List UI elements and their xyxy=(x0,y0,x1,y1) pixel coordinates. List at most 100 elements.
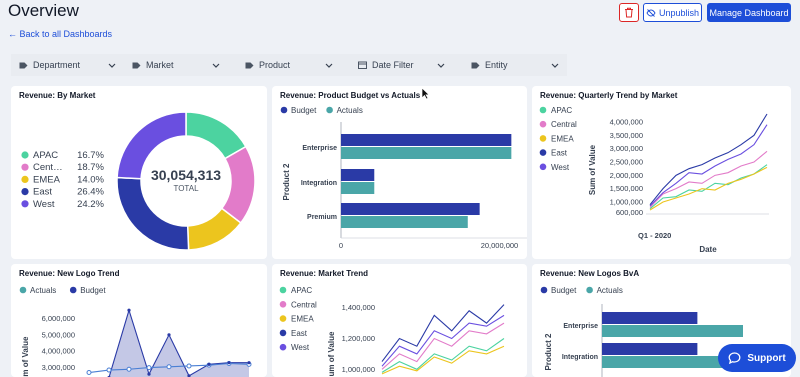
filter-date[interactable]: Date Filter xyxy=(358,54,445,76)
delete-button[interactable] xyxy=(619,3,639,22)
data-point-budget[interactable] xyxy=(247,361,251,365)
legend-swatch xyxy=(21,175,29,183)
legend-label[interactable]: West xyxy=(291,343,310,352)
chat-bubble-icon xyxy=(728,352,741,364)
bar-budget[interactable] xyxy=(341,134,512,146)
y-tick-label: 5,000,000 xyxy=(42,330,75,339)
filter-entity[interactable]: Entity xyxy=(471,54,559,76)
legend-label[interactable]: Actuals xyxy=(30,286,56,295)
card-new-logo-trend: Revenue: New Logo Trend Actuals Budget 6,0… xyxy=(11,264,267,377)
y-tick-label: 600,000 xyxy=(616,208,643,217)
support-button[interactable]: Support xyxy=(718,344,796,372)
legend-label[interactable]: APAC xyxy=(33,150,58,161)
legend-swatch xyxy=(539,135,547,142)
bar-actuals[interactable] xyxy=(602,325,743,337)
legend-swatch xyxy=(586,286,593,294)
card-product-budget-vs-actuals: Revenue: Product Budget vs Actuals Budge… xyxy=(272,86,527,259)
line-chart-market-trend: APAC Central EMEA East West 1,400,000 1,200,00… xyxy=(279,286,505,376)
legend-swatch xyxy=(279,315,287,322)
legend-label[interactable]: East xyxy=(33,187,52,198)
series-line-east[interactable] xyxy=(649,113,768,206)
data-point-budget[interactable] xyxy=(227,361,231,365)
legend-percent: 26.4% xyxy=(77,187,104,198)
legend-label[interactable]: Cent… xyxy=(33,162,63,173)
legend-percent: 24.2% xyxy=(77,199,104,210)
category-label: Premium xyxy=(307,214,337,221)
page-title: Overview xyxy=(8,1,79,20)
area-chart-new-logo: Actuals Budget 6,000,000 5,000,000 4,000,000… xyxy=(19,286,252,377)
data-point-budget[interactable] xyxy=(207,362,211,366)
back-to-dashboards-link[interactable]: ← Back to all Dashboards xyxy=(8,29,112,39)
trash-icon xyxy=(625,7,633,18)
legend-label[interactable]: Budget xyxy=(551,286,577,295)
series-line-apac[interactable] xyxy=(381,338,505,373)
y-tick-label: 3,000,000 xyxy=(42,363,75,372)
bar-budget[interactable] xyxy=(341,169,375,181)
bar-budget[interactable] xyxy=(602,343,698,355)
legend-label[interactable]: EMEA xyxy=(33,174,61,185)
series-line-west[interactable] xyxy=(649,124,768,207)
legend-label[interactable]: East xyxy=(551,149,568,158)
data-point-actuals[interactable] xyxy=(166,364,172,370)
series-line-emea[interactable] xyxy=(649,166,768,211)
series-line-east[interactable] xyxy=(381,304,505,362)
bar-actuals[interactable] xyxy=(341,216,468,228)
legend-label[interactable]: Central xyxy=(291,300,317,309)
card-market-trend: Revenue: Market Trend APAC Central EMEA Eas… xyxy=(272,264,527,377)
data-point-actuals[interactable] xyxy=(186,363,192,369)
legend-label[interactable]: EMEA xyxy=(551,134,574,143)
legend-label[interactable]: West xyxy=(551,163,570,172)
chevron-down-icon xyxy=(212,63,220,68)
category-label: Enterprise xyxy=(302,145,337,152)
bar-budget[interactable] xyxy=(602,312,698,324)
card-revenue-by-market: Revenue: By Market APAC 16.7% Cent… 18.7% EM… xyxy=(11,86,267,259)
legend-label[interactable]: Budget xyxy=(80,286,106,295)
legend-label[interactable]: EMEA xyxy=(291,315,314,324)
y-tick-label: 1,000,000 xyxy=(342,365,375,374)
bar-actuals[interactable] xyxy=(341,182,375,194)
filter-department[interactable]: Department xyxy=(19,54,116,76)
y-tick-label: 3,000,000 xyxy=(610,144,643,153)
legend-swatch xyxy=(279,301,287,308)
y-tick-label: 4,000,000 xyxy=(610,118,643,127)
donut-total-value: 30,054,313 xyxy=(151,167,221,183)
bar-budget[interactable] xyxy=(341,203,480,215)
y-tick-label: 4,000,000 xyxy=(42,347,75,356)
legend-label[interactable]: Central xyxy=(551,120,577,129)
filter-bar: Department Market Product Date Filter En… xyxy=(11,54,567,76)
filter-market[interactable]: Market xyxy=(132,54,220,76)
legend-swatch xyxy=(279,329,287,337)
unpublish-button[interactable]: Unpublish xyxy=(643,3,702,22)
series-line-central[interactable] xyxy=(649,150,768,208)
y-axis-title: Product 2 xyxy=(544,333,553,370)
data-point-actuals[interactable] xyxy=(106,367,112,373)
legend-label[interactable]: East xyxy=(291,329,308,338)
legend-label[interactable]: APAC xyxy=(551,106,572,115)
support-label: Support xyxy=(747,352,786,364)
legend-swatch xyxy=(279,286,287,294)
legend-label[interactable]: Budget xyxy=(291,106,317,115)
legend-swatch xyxy=(69,286,77,294)
legend-percent: 18.7% xyxy=(77,162,104,173)
filter-label: Product xyxy=(259,60,291,70)
manage-dashboard-button[interactable]: Manage Dashboard xyxy=(707,3,791,22)
bar-actuals[interactable] xyxy=(341,147,512,159)
series-line-apac[interactable] xyxy=(649,164,768,210)
legend-label[interactable]: APAC xyxy=(291,286,312,295)
filter-product[interactable]: Product xyxy=(245,54,333,76)
data-point-actuals[interactable] xyxy=(146,365,152,371)
legend-label[interactable]: Actuals xyxy=(337,106,363,115)
filter-label: Department xyxy=(33,60,81,70)
data-point-budget[interactable] xyxy=(127,308,131,312)
data-point-budget[interactable] xyxy=(147,372,151,376)
legend-percent: 16.7% xyxy=(77,150,104,161)
y-tick-label: 1,500,000 xyxy=(610,184,643,193)
legend-swatch xyxy=(21,163,29,171)
legend-label[interactable]: West xyxy=(33,199,55,210)
legend-label[interactable]: Actuals xyxy=(597,286,623,295)
data-point-actuals[interactable] xyxy=(86,370,92,376)
tag-icon xyxy=(471,62,480,68)
data-point-actuals[interactable] xyxy=(126,366,132,372)
donut-chart: APAC 16.7% Cent… 18.7% EMEA 14.0% East 26.4% Wes… xyxy=(21,111,256,251)
data-point-budget[interactable] xyxy=(167,333,171,337)
